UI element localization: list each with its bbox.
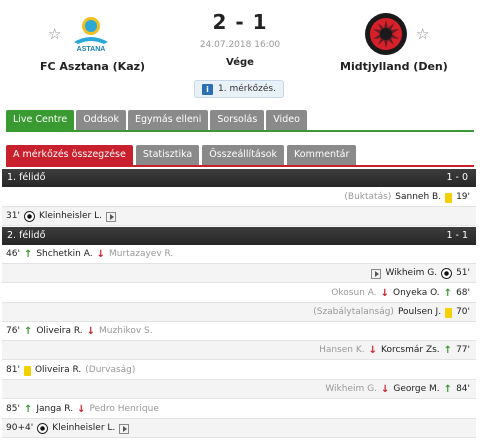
- event-player[interactable]: Janga R.: [36, 400, 73, 419]
- event-minute: 19': [456, 192, 470, 202]
- match-header: ☆ ASTANA FC Asztana (Kaz) 2 - 1 24.07.20…: [0, 0, 480, 108]
- tab-live-centre[interactable]: Live Centre: [6, 110, 75, 130]
- period-score: 1 - 0: [446, 172, 468, 183]
- tab-lineups[interactable]: Összeállítások: [202, 145, 285, 165]
- event-row: (Buktatás) Sanneh B. 19': [2, 188, 476, 207]
- goal-ball-icon: [441, 268, 453, 279]
- event-row: 76' ↑ Oliveira R. ↓ Muzhikov S.: [2, 322, 476, 341]
- event-note[interactable]: Muzhikov S.: [99, 322, 153, 341]
- tab-statistics[interactable]: Statisztika: [135, 145, 200, 165]
- sub-in-arrow-icon: ↑: [23, 404, 33, 415]
- event-player[interactable]: Oliveira R.: [36, 322, 82, 341]
- main-tabs-underline: [6, 130, 474, 132]
- event-row: 90+4' Kleinheisler L.: [2, 419, 476, 438]
- sub-in-arrow-icon: ↑: [443, 288, 453, 299]
- sub-out-arrow-icon: ↓: [368, 345, 377, 356]
- event-player[interactable]: Kleinheisler L.: [39, 207, 102, 226]
- event-minute: 31': [6, 211, 20, 221]
- sub-out-arrow-icon: ↓: [77, 404, 86, 415]
- event-note[interactable]: Wikheim G.: [325, 380, 377, 399]
- event-note[interactable]: Hansen K.: [319, 341, 365, 360]
- event-row: 81' Oliveira R. (Durvaság): [2, 361, 476, 380]
- sub-tabs: A mérkőzés összegzése Statisztika Összeá…: [6, 145, 357, 165]
- period-header-first-half: 1. félidő 1 - 0: [2, 169, 476, 187]
- event-row: 46' ↑ Shchetkin A. ↓ Murtazayev R.: [2, 245, 476, 264]
- goal-ball-icon: [37, 423, 49, 434]
- away-team-name[interactable]: Midtjylland (Den): [340, 60, 448, 73]
- tab-odds[interactable]: Oddsok: [76, 110, 126, 130]
- tab-video[interactable]: Video: [266, 110, 307, 130]
- event-player[interactable]: Oliveira R.: [35, 361, 81, 380]
- yellow-card-icon: [23, 365, 31, 376]
- event-note[interactable]: Okosun A.: [331, 284, 376, 303]
- event-note: (Durvaság): [85, 365, 136, 375]
- period-label: 1. félidő: [7, 172, 46, 183]
- tab-match-summary[interactable]: A mérkőzés összegzése: [6, 145, 133, 165]
- leg-label: 1. mérkőzés.: [218, 84, 276, 94]
- event-player[interactable]: Onyeka O.: [393, 284, 440, 303]
- sub-out-arrow-icon: ↓: [86, 326, 96, 337]
- yellow-card-icon: [445, 192, 453, 203]
- period-header-second-half: 2. félidő 1 - 1: [2, 227, 476, 245]
- event-player[interactable]: Poulsen J.: [398, 303, 441, 322]
- away-team-logo[interactable]: [364, 12, 408, 56]
- event-row: Wikheim G. 51': [2, 264, 476, 283]
- event-row: Wikheim G. ↓ George M. ↑ 84': [2, 380, 476, 399]
- event-note[interactable]: Pedro Henrique: [89, 400, 158, 419]
- event-note: (Buktatás): [344, 192, 392, 202]
- event-player[interactable]: Wikheim G.: [385, 264, 437, 283]
- event-minute: 51': [456, 268, 470, 278]
- event-minute: 84': [456, 384, 470, 394]
- event-note[interactable]: Murtazayev R.: [109, 245, 173, 264]
- sub-in-arrow-icon: ↑: [443, 384, 453, 395]
- event-player[interactable]: Sanneh B.: [395, 188, 441, 207]
- tab-head-to-head[interactable]: Egymás elleni: [128, 110, 209, 130]
- tab-draw[interactable]: Sorsolás: [210, 110, 265, 130]
- yellow-card-icon: [445, 307, 453, 318]
- favorite-star-icon[interactable]: ☆: [416, 25, 429, 43]
- event-player[interactable]: Kleinheisler L.: [52, 419, 115, 438]
- event-note: (Szabálytalanság): [313, 307, 394, 317]
- sub-out-arrow-icon: ↓: [380, 288, 389, 299]
- match-datetime: 24.07.2018 16:00: [199, 40, 281, 50]
- sub-in-arrow-icon: ↑: [23, 326, 33, 337]
- sub-in-arrow-icon: ↑: [23, 249, 33, 260]
- video-highlight-icon[interactable]: [371, 268, 382, 279]
- video-highlight-icon[interactable]: [106, 211, 116, 222]
- sub-tabs-underline: [6, 165, 474, 167]
- info-icon: i: [202, 83, 213, 95]
- goal-ball-icon: [23, 211, 35, 222]
- event-minute: 90+4': [6, 423, 34, 433]
- event-minute: 77': [456, 345, 470, 355]
- event-row: (Szabálytalanság) Poulsen J. 70': [2, 303, 476, 322]
- event-player[interactable]: Korcsmár Zs.: [381, 341, 440, 360]
- sub-out-arrow-icon: ↓: [96, 249, 105, 260]
- main-tabs: Live Centre Oddsok Egymás elleni Sorsolá…: [6, 110, 307, 130]
- event-player[interactable]: Shchetkin A.: [36, 245, 92, 264]
- event-minute: 85': [6, 404, 20, 414]
- event-row: Okosun A. ↓ Onyeka O. ↑ 68': [2, 284, 476, 303]
- event-row: Hansen K. ↓ Korcsmár Zs. ↑ 77': [2, 341, 476, 360]
- event-player[interactable]: George M.: [393, 380, 439, 399]
- sub-out-arrow-icon: ↓: [380, 384, 390, 395]
- leg-info-badge: i 1. mérkőzés.: [194, 80, 284, 98]
- match-score: 2 - 1: [212, 10, 268, 34]
- event-row: 31' Kleinheisler L.: [2, 207, 476, 226]
- event-minute: 68': [456, 288, 470, 298]
- event-row: 85' ↑ Janga R. ↓ Pedro Henrique: [2, 400, 476, 419]
- event-minute: 70': [456, 307, 470, 317]
- video-highlight-icon[interactable]: [119, 423, 130, 434]
- period-score: 1 - 1: [446, 230, 468, 241]
- tab-commentary[interactable]: Kommentár: [287, 145, 357, 165]
- event-minute: 76': [6, 326, 20, 336]
- sub-in-arrow-icon: ↑: [443, 345, 453, 356]
- event-minute: 81': [6, 365, 20, 375]
- period-label: 2. félidő: [7, 230, 46, 241]
- event-minute: 46': [6, 249, 20, 259]
